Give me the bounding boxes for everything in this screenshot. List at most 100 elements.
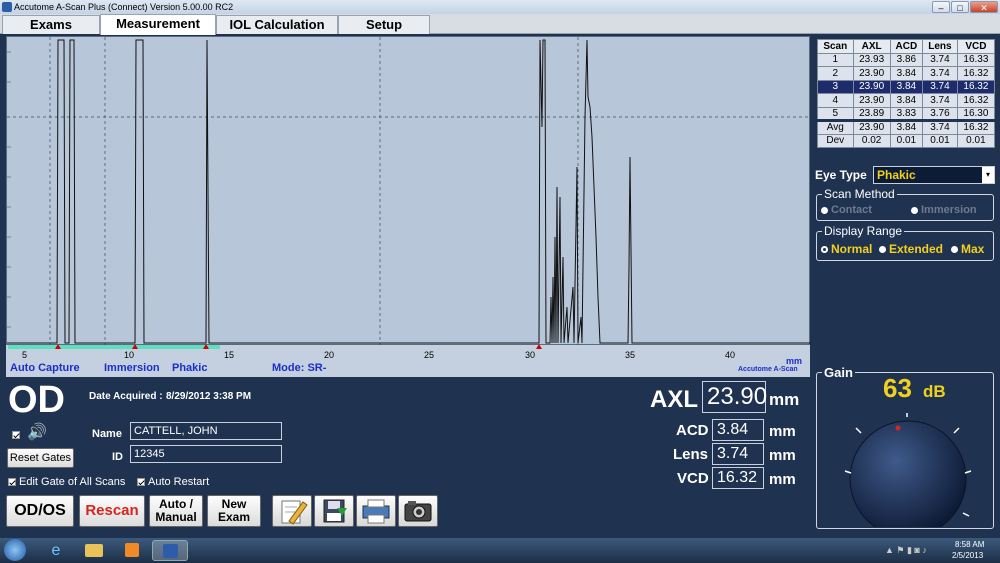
radio-contact[interactable]: Contact	[821, 204, 872, 216]
x-tick: 25	[424, 350, 435, 360]
tray-icons[interactable]: ▲ ⚑ ▮ ◙ ♪	[885, 545, 927, 556]
capture-status: Auto Capture	[10, 362, 80, 374]
vcd-label: VCD	[677, 470, 709, 487]
lens-status: Phakic	[172, 362, 208, 374]
ascan-graph[interactable]	[6, 36, 811, 346]
camera-button[interactable]	[398, 495, 438, 527]
new-exam-button[interactable]: New Exam	[207, 495, 261, 527]
scan-row[interactable]: 3 23.90 3.84 3.74 16.32	[817, 79, 996, 94]
x-tick: 15	[224, 350, 235, 360]
summary-cell: 0.01	[956, 133, 996, 148]
scan-cell: 16.30	[956, 106, 996, 121]
tab-iol-calculation[interactable]: IOL Calculation	[216, 15, 338, 34]
x-tick: 5	[22, 350, 28, 360]
date-value: 8/29/2012 3:38 PM	[166, 391, 252, 402]
window-title: Accutome A-Scan Plus (Connect) Version 5…	[14, 2, 234, 12]
auto-manual-button[interactable]: Auto / Manual	[149, 495, 203, 527]
edit-notes-button[interactable]	[272, 495, 312, 527]
auto-restart-checkbox[interactable]: Auto Restart	[137, 476, 209, 488]
scan-table-header: Scan AXL ACD Lens VCD	[817, 39, 996, 54]
lens-value: 3.74	[712, 443, 764, 465]
axl-unit: mm	[769, 390, 800, 409]
speaker-icon[interactable]: 🔊	[27, 422, 47, 442]
x-tick: 20	[324, 350, 335, 360]
scan-cell: 3.84	[889, 66, 924, 81]
scan-cell: 16.33	[956, 52, 996, 67]
scan-cell: 23.90	[852, 66, 891, 81]
brand-label: Accutome A-Scan	[738, 366, 798, 373]
name-label: Name	[92, 428, 122, 440]
side-panel: Scan AXL ACD Lens VCD 1 23.93 3.86 3.74 16.33 2 23…	[813, 36, 997, 530]
ascan-waveform	[7, 37, 811, 346]
clock-time: 8:58 AM	[955, 540, 985, 549]
scan-row[interactable]: 2 23.90 3.84 3.74 16.32	[817, 66, 996, 81]
radio-extended[interactable]: Extended	[879, 242, 943, 256]
scan-cell: 3.83	[889, 106, 924, 121]
scan-row[interactable]: 1 23.93 3.86 3.74 16.33	[817, 52, 996, 67]
scan-table: Scan AXL ACD Lens VCD 1 23.93 3.86 3.74 16.33 2 23…	[817, 39, 996, 148]
gate-bar[interactable]	[8, 345, 220, 349]
checkbox[interactable]	[12, 426, 23, 444]
ascan-app-taskbar-icon[interactable]	[152, 540, 188, 561]
summary-cell: 23.90	[852, 120, 891, 135]
scan-cell: 3.86	[889, 52, 924, 67]
scan-cell: 3	[817, 79, 854, 94]
scan-method-group: Scan Method Contact Immersion	[816, 187, 994, 221]
id-field[interactable]: 12345	[130, 445, 282, 463]
radio-max[interactable]: Max	[951, 242, 984, 256]
folder-icon[interactable]	[76, 540, 112, 561]
tab-exams[interactable]: Exams	[2, 15, 100, 34]
edit-gate-checkbox[interactable]: Edit Gate of All Scans	[8, 476, 125, 488]
graph-axis-strip: 5 10 15 20 25 30 35 40 mm Accutome A-Sca…	[6, 344, 810, 377]
radio-normal[interactable]: Normal	[821, 242, 872, 256]
printer-icon	[362, 499, 390, 524]
gate-marker[interactable]	[132, 344, 138, 349]
x-tick: 40	[725, 350, 736, 360]
tab-bar: Exams Measurement IOL Calculation Setup	[0, 14, 1000, 35]
close-icon[interactable]: ✕	[970, 1, 998, 13]
scan-row[interactable]: 5 23.89 3.83 3.76 16.30	[817, 106, 996, 121]
scan-cell: 16.32	[956, 93, 996, 108]
name-field[interactable]: CATTELL, JOHN	[130, 422, 282, 440]
scan-cell: 16.32	[956, 66, 996, 81]
minimize-icon[interactable]: –	[932, 1, 950, 13]
x-tick: 30	[525, 350, 536, 360]
radio-immersion[interactable]: Immersion	[911, 204, 977, 216]
summary-cell: 0.01	[889, 133, 924, 148]
gate-marker[interactable]	[203, 344, 209, 349]
eye-label: OD	[8, 379, 65, 421]
tab-measurement[interactable]: Measurement	[100, 14, 216, 35]
acd-unit: mm	[769, 423, 796, 440]
summary-cell: Avg	[817, 120, 854, 135]
start-orb-icon[interactable]	[4, 539, 26, 561]
scan-table-header-cell: Scan	[817, 39, 854, 54]
maximize-icon[interactable]: □	[951, 1, 969, 13]
id-label: ID	[112, 451, 123, 463]
eye-type-label: Eye Type	[815, 168, 867, 182]
rescan-button[interactable]: Rescan	[79, 495, 145, 527]
scan-cell: 1	[817, 52, 854, 67]
gate-marker[interactable]	[536, 344, 542, 349]
browser-icon[interactable]: e	[38, 540, 74, 561]
scan-table-header-cell: ACD	[889, 39, 924, 54]
gain-label: Gain	[822, 365, 855, 380]
print-button[interactable]	[356, 495, 396, 527]
media-player-icon[interactable]	[114, 540, 150, 561]
patient-panel: OD Date Acquired : 8/29/2012 3:38 PM 🔊 N…	[0, 377, 812, 530]
acd-label: ACD	[676, 422, 709, 439]
scan-row[interactable]: 4 23.90 3.84 3.74 16.32	[817, 93, 996, 108]
scan-cell: 23.89	[852, 106, 891, 121]
od-os-button[interactable]: OD/OS	[6, 495, 74, 527]
summary-cell: 0.01	[922, 133, 958, 148]
vcd-value: 16.32	[712, 467, 764, 489]
save-button[interactable]	[314, 495, 354, 527]
eye-type-select[interactable]: Phakic ▾	[873, 166, 995, 184]
gate-marker[interactable]	[55, 344, 61, 349]
reset-gates-button[interactable]: Reset Gates	[7, 448, 74, 468]
summary-cell: 0.02	[852, 133, 891, 148]
chevron-down-icon[interactable]: ▾	[982, 167, 994, 183]
gain-knob[interactable]	[841, 413, 975, 527]
eye-type-value: Phakic	[877, 168, 916, 182]
tab-setup[interactable]: Setup	[338, 15, 430, 34]
date-label: Date Acquired :	[89, 391, 163, 402]
